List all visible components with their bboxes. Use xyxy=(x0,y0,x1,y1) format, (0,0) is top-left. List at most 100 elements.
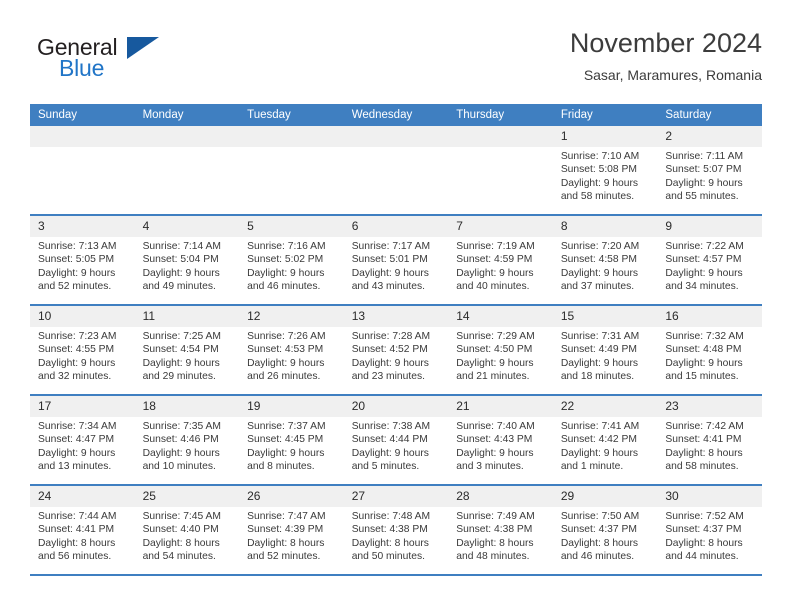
day-number: 15 xyxy=(552,306,658,327)
calendar-cell-empty xyxy=(448,126,553,216)
calendar-week-row: 3 Sunrise: 7:13 AM Sunset: 5:05 PM Daylight… xyxy=(30,215,762,306)
sunset-text: Sunset: 4:37 PM xyxy=(560,524,637,536)
daylight-text-line2: and 13 minutes. xyxy=(38,461,112,473)
generalblue-logo[interactable]: General Blue xyxy=(30,34,230,90)
day-number: 29 xyxy=(552,486,658,507)
calendar-day-cell[interactable]: 14 Sunrise: 7:29 AM Sunset: 4:50 PM Dayligh… xyxy=(448,305,553,396)
calendar-day-cell[interactable]: 17 Sunrise: 7:34 AM Sunset: 4:47 PM Dayligh… xyxy=(30,395,135,486)
calendar-day-cell[interactable]: 26 Sunrise: 7:47 AM Sunset: 4:39 PM Dayligh… xyxy=(239,485,344,576)
day-sun-info: Sunrise: 7:52 AM Sunset: 4:37 PM Daylight:… xyxy=(657,507,762,564)
sunrise-text: Sunrise: 7:34 AM xyxy=(38,421,117,432)
calendar-day-cell[interactable]: 20 Sunrise: 7:38 AM Sunset: 4:44 PM Dayligh… xyxy=(343,395,449,486)
calendar-day-cell[interactable]: 8 Sunrise: 7:20 AM Sunset: 4:58 PM Daylight… xyxy=(552,215,658,306)
daylight-text-line2: and 29 minutes. xyxy=(142,371,216,383)
day-sun-info: Sunrise: 7:23 AM Sunset: 4:55 PM Daylight:… xyxy=(30,327,135,384)
daylight-text-line1: Daylight: 9 hours xyxy=(665,177,743,189)
calendar-day-cell[interactable]: 22 Sunrise: 7:41 AM Sunset: 4:42 PM Dayligh… xyxy=(552,395,658,486)
daylight-text-line2: and 46 minutes. xyxy=(560,551,635,563)
daylight-text-line1: Daylight: 9 hours xyxy=(560,447,639,459)
calendar-day-cell[interactable]: 3 Sunrise: 7:13 AM Sunset: 5:05 PM Daylight… xyxy=(30,215,135,306)
day-number: 3 xyxy=(30,216,135,237)
sunrise-text: Sunrise: 7:26 AM xyxy=(247,331,326,342)
day-sun-info: Sunrise: 7:13 AM Sunset: 5:05 PM Daylight:… xyxy=(30,237,135,294)
page-header: General Blue November 2024 Sasar, Maramu… xyxy=(30,26,762,98)
day-sun-info: Sunrise: 7:10 AM Sunset: 5:08 PM Daylight:… xyxy=(553,147,658,204)
sunrise-text: Sunrise: 7:41 AM xyxy=(560,421,640,432)
day-number: 14 xyxy=(448,306,553,327)
calendar-day-cell[interactable]: 4 Sunrise: 7:14 AM Sunset: 5:04 PM Daylight… xyxy=(134,215,240,306)
calendar-day-cell[interactable]: 15 Sunrise: 7:31 AM Sunset: 4:49 PM Dayligh… xyxy=(552,305,658,396)
calendar-day-cell[interactable]: 21 Sunrise: 7:40 AM Sunset: 4:43 PM Dayligh… xyxy=(448,395,553,486)
day-sun-info: Sunrise: 7:35 AM Sunset: 4:46 PM Daylight:… xyxy=(135,417,240,474)
daylight-text-line1: Daylight: 9 hours xyxy=(38,447,116,459)
calendar-week-row: 1 Sunrise: 7:10 AM Sunset: 5:08 PM Daylight… xyxy=(30,126,762,216)
calendar-day-cell[interactable]: 18 Sunrise: 7:35 AM Sunset: 4:46 PM Dayligh… xyxy=(134,395,240,486)
daylight-text-line1: Daylight: 9 hours xyxy=(142,357,220,369)
calendar-day-cell[interactable]: 11 Sunrise: 7:25 AM Sunset: 4:54 PM Dayligh… xyxy=(134,305,240,396)
calendar-day-cell[interactable]: 19 Sunrise: 7:37 AM Sunset: 4:45 PM Dayligh… xyxy=(239,395,344,486)
calendar-day-cell[interactable]: 1 Sunrise: 7:10 AM Sunset: 5:08 PM Daylight… xyxy=(552,126,658,216)
sunrise-text: Sunrise: 7:16 AM xyxy=(247,241,326,252)
day-sun-info: Sunrise: 7:41 AM Sunset: 4:42 PM Daylight:… xyxy=(553,417,658,474)
calendar-day-cell[interactable]: 12 Sunrise: 7:26 AM Sunset: 4:53 PM Dayligh… xyxy=(239,305,344,396)
sunset-text: Sunset: 4:46 PM xyxy=(142,434,219,446)
calendar-day-cell[interactable]: 13 Sunrise: 7:28 AM Sunset: 4:52 PM Dayligh… xyxy=(343,305,449,396)
sunset-text: Sunset: 4:54 PM xyxy=(142,344,219,356)
sunset-text: Sunset: 4:38 PM xyxy=(456,524,533,536)
weekday-header-friday: Friday xyxy=(552,104,658,126)
daylight-text-line1: Daylight: 8 hours xyxy=(38,537,116,549)
sunset-text: Sunset: 4:39 PM xyxy=(247,524,324,536)
day-number xyxy=(134,126,240,147)
sunrise-text: Sunrise: 7:52 AM xyxy=(665,511,744,522)
calendar-day-cell[interactable]: 25 Sunrise: 7:45 AM Sunset: 4:40 PM Dayligh… xyxy=(134,485,240,576)
calendar-day-cell[interactable]: 23 Sunrise: 7:42 AM Sunset: 4:41 PM Dayligh… xyxy=(657,395,762,486)
day-number: 19 xyxy=(239,396,344,417)
day-sun-info: Sunrise: 7:40 AM Sunset: 4:43 PM Daylight:… xyxy=(448,417,553,474)
sunrise-text: Sunrise: 7:25 AM xyxy=(142,331,221,342)
daylight-text-line1: Daylight: 9 hours xyxy=(456,357,534,369)
day-sun-info: Sunrise: 7:34 AM Sunset: 4:47 PM Daylight:… xyxy=(30,417,135,474)
daylight-text-line1: Daylight: 8 hours xyxy=(351,537,429,549)
sunrise-text: Sunrise: 7:38 AM xyxy=(351,421,431,432)
calendar-day-cell[interactable]: 16 Sunrise: 7:32 AM Sunset: 4:48 PM Dayligh… xyxy=(657,305,762,396)
day-number: 5 xyxy=(239,216,344,237)
daylight-text-line1: Daylight: 9 hours xyxy=(351,357,429,369)
daylight-text-line1: Daylight: 9 hours xyxy=(142,267,220,279)
calendar-week-row: 24 Sunrise: 7:44 AM Sunset: 4:41 PM Dayligh… xyxy=(30,485,762,576)
calendar-day-cell[interactable]: 29 Sunrise: 7:50 AM Sunset: 4:37 PM Dayligh… xyxy=(552,485,658,576)
calendar-day-cell[interactable]: 9 Sunrise: 7:22 AM Sunset: 4:57 PM Daylight… xyxy=(657,215,762,306)
sunset-text: Sunset: 5:08 PM xyxy=(560,164,637,176)
daylight-text-line1: Daylight: 9 hours xyxy=(456,447,534,459)
sunset-text: Sunset: 4:43 PM xyxy=(456,434,533,446)
day-sun-info: Sunrise: 7:42 AM Sunset: 4:41 PM Daylight:… xyxy=(657,417,762,474)
sunset-text: Sunset: 5:01 PM xyxy=(351,254,428,266)
sunset-text: Sunset: 4:37 PM xyxy=(665,524,742,536)
calendar-day-cell[interactable]: 24 Sunrise: 7:44 AM Sunset: 4:41 PM Dayligh… xyxy=(30,485,135,576)
sunset-text: Sunset: 4:55 PM xyxy=(38,344,115,356)
sunset-text: Sunset: 4:40 PM xyxy=(142,524,219,536)
calendar-day-cell[interactable]: 5 Sunrise: 7:16 AM Sunset: 5:02 PM Daylight… xyxy=(239,215,344,306)
daylight-text-line2: and 18 minutes. xyxy=(560,371,635,383)
calendar-day-cell[interactable]: 6 Sunrise: 7:17 AM Sunset: 5:01 PM Daylight… xyxy=(343,215,449,306)
daylight-text-line1: Daylight: 9 hours xyxy=(142,447,220,459)
calendar-day-cell[interactable]: 27 Sunrise: 7:48 AM Sunset: 4:38 PM Dayligh… xyxy=(343,485,449,576)
calendar-day-cell[interactable]: 28 Sunrise: 7:49 AM Sunset: 4:38 PM Dayligh… xyxy=(448,485,553,576)
sunset-text: Sunset: 4:49 PM xyxy=(560,344,637,356)
day-sun-info: Sunrise: 7:14 AM Sunset: 5:04 PM Daylight:… xyxy=(135,237,240,294)
daylight-text-line2: and 32 minutes. xyxy=(38,371,112,383)
calendar-day-cell[interactable]: 7 Sunrise: 7:19 AM Sunset: 4:59 PM Daylight… xyxy=(448,215,553,306)
sunrise-text: Sunrise: 7:40 AM xyxy=(456,421,535,432)
day-number: 6 xyxy=(343,216,449,237)
sunrise-text: Sunrise: 7:45 AM xyxy=(142,511,221,522)
day-number: 8 xyxy=(552,216,658,237)
day-number: 21 xyxy=(448,396,553,417)
day-sun-info: Sunrise: 7:47 AM Sunset: 4:39 PM Daylight:… xyxy=(239,507,344,564)
sunrise-text: Sunrise: 7:14 AM xyxy=(142,241,221,252)
calendar-day-cell[interactable]: 30 Sunrise: 7:52 AM Sunset: 4:37 PM Dayligh… xyxy=(657,485,762,576)
day-sun-info: Sunrise: 7:31 AM Sunset: 4:49 PM Daylight:… xyxy=(553,327,658,384)
calendar-day-cell[interactable]: 10 Sunrise: 7:23 AM Sunset: 4:55 PM Dayligh… xyxy=(30,305,135,396)
day-sun-info: Sunrise: 7:20 AM Sunset: 4:58 PM Daylight:… xyxy=(553,237,658,294)
calendar-day-cell[interactable]: 2 Sunrise: 7:11 AM Sunset: 5:07 PM Daylight… xyxy=(657,126,762,216)
logo-triangle-icon xyxy=(127,37,159,59)
day-sun-info: Sunrise: 7:32 AM Sunset: 4:48 PM Daylight:… xyxy=(657,327,762,384)
